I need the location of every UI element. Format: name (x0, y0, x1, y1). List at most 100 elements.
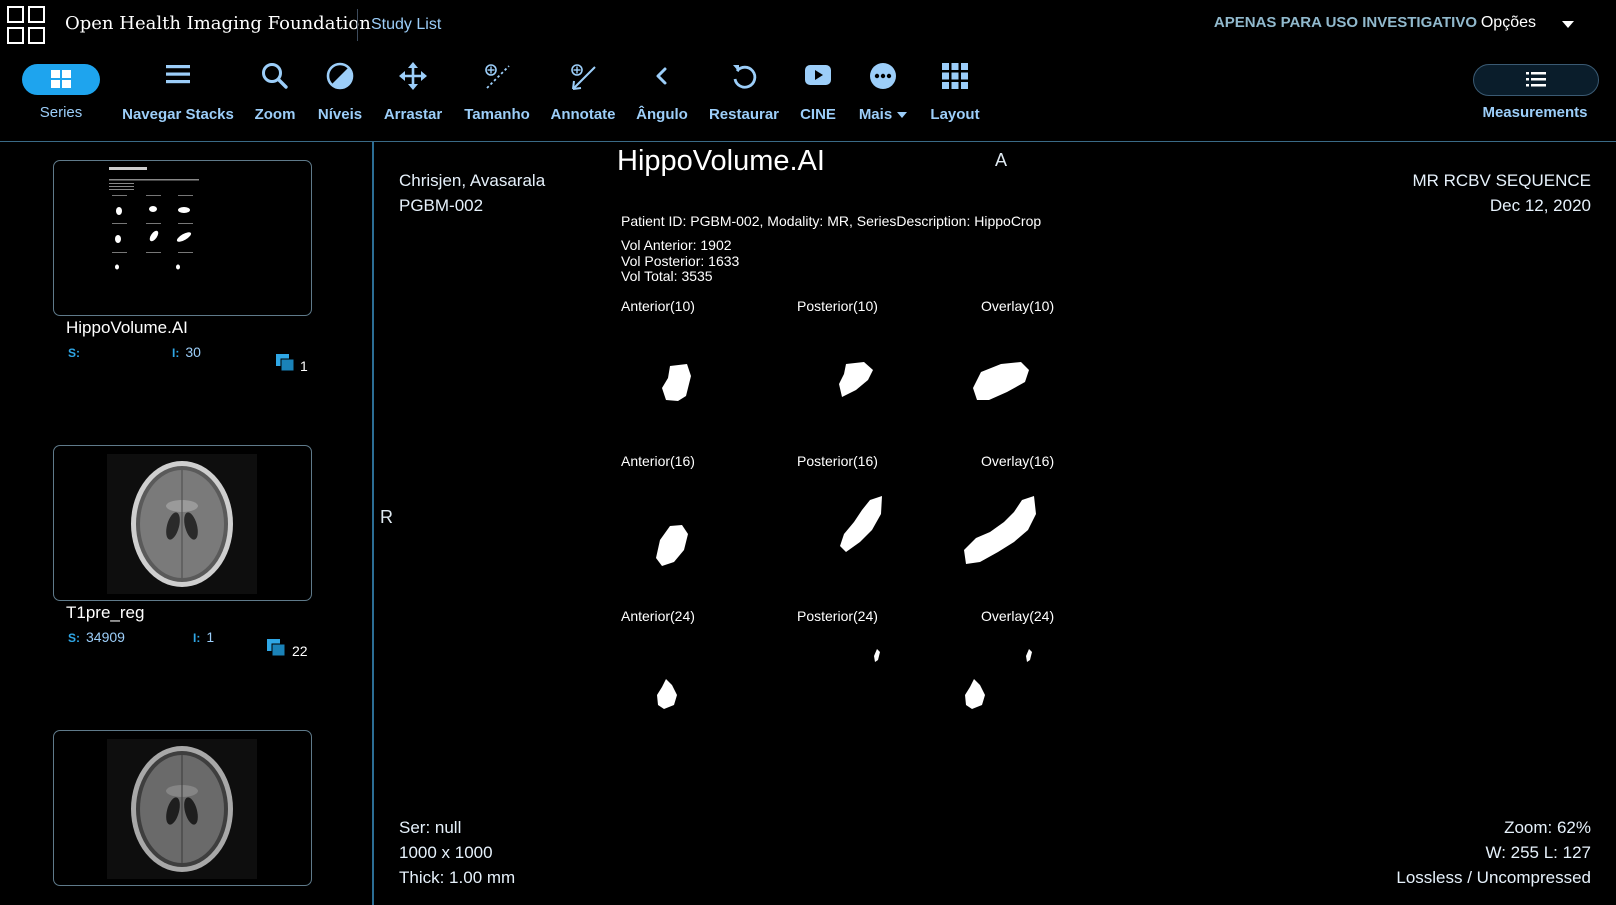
segmentation-mask (840, 496, 882, 552)
series-thumbnail[interactable] (53, 160, 312, 316)
ohif-logo-icon[interactable] (7, 6, 45, 44)
niveis-tool[interactable]: Níveis (312, 58, 368, 128)
navegar-stacks-tool[interactable]: Navegar Stacks (118, 58, 238, 128)
tool-label: Layout (930, 106, 980, 123)
angulo-tool[interactable]: Ângulo (634, 58, 690, 128)
thumbnail-image (107, 454, 257, 594)
stack-icon (267, 639, 286, 657)
series-name: T1pre_reg (66, 603, 145, 622)
zoom-tool[interactable]: Zoom (245, 58, 305, 128)
series-label[interactable]: Series (22, 104, 100, 121)
window-level: W: 255 L: 127 (1485, 843, 1591, 862)
caret-down-icon (897, 112, 908, 119)
magnifier-icon (262, 63, 288, 89)
instance-count: I: 1 (193, 629, 214, 645)
report-title: HippoVolume.AI (617, 145, 825, 177)
segmentation-mask (874, 649, 880, 662)
overlay-top-left: Chrisjen, Avasarala PGBM-002 (399, 168, 545, 218)
series-toggle-button[interactable] (22, 64, 100, 95)
chevron-down-icon[interactable] (1562, 21, 1574, 28)
patient-name: Chrisjen, Avasarala (399, 171, 546, 190)
tool-label: Tamanho (464, 106, 530, 123)
s-value: 34909 (86, 629, 125, 645)
i-key: I: (193, 631, 201, 645)
layout-tool[interactable]: Layout (924, 58, 986, 128)
mais-tool[interactable]: Mais (852, 58, 914, 128)
zoom-level: Zoom: 62% (1504, 818, 1591, 837)
orientation-marker-top: A (995, 150, 1008, 170)
series-number: S: 34909 (68, 629, 125, 645)
s-key: S: (68, 631, 80, 645)
thumbnail-image (107, 739, 257, 879)
overlay-top-right: MR RCBV SEQUENCE Dec 12, 2020 (1412, 168, 1591, 218)
ruler-icon (485, 64, 510, 89)
series-number: S: (68, 344, 86, 360)
slice-label: Overlay(16) (981, 453, 1055, 469)
orientation-marker-left: R (380, 507, 393, 527)
annotate-arrow-icon (571, 64, 596, 90)
slice-label: Anterior(16) (621, 453, 695, 469)
overlay-bottom-left: Ser: null 1000 x 1000 Thick: 1.00 mm (399, 815, 515, 890)
series-thumbnail[interactable] (53, 445, 312, 601)
segmentation-mask (839, 362, 873, 397)
tool-label: Ângulo (636, 106, 688, 123)
move-arrows-icon (399, 62, 427, 90)
cine-tool[interactable]: CINE (794, 58, 842, 128)
slice-label: Posterior(16) (797, 453, 878, 469)
segmentation-mask (973, 362, 1029, 400)
tool-label: CINE (800, 106, 836, 123)
study-list-link[interactable]: Study List (371, 16, 441, 34)
vol-anterior: Vol Anterior: 1902 (621, 237, 732, 253)
series-thumbnail[interactable] (53, 730, 312, 886)
slice-label: Anterior(10) (621, 298, 695, 314)
tool-label: Annotate (550, 106, 616, 123)
patient-id: PGBM-002 (399, 196, 484, 215)
research-use-notice: APENAS PARA USO INVESTIGATIVO (1213, 14, 1477, 31)
stack-count: 22 (292, 643, 308, 659)
tool-label: Níveis (317, 106, 363, 123)
overlay-bottom-right: Zoom: 62% W: 255 L: 127 Lossless / Uncom… (1396, 815, 1591, 890)
series-sidebar: HippoVolume.AI S: I: 30 1 T1pre_reg S: 349… (0, 142, 374, 905)
grid-icon (51, 70, 71, 88)
tamanho-tool[interactable]: Tamanho (460, 58, 534, 128)
vol-total: Vol Total: 3535 (621, 268, 713, 284)
slice-thickness: Thick: 1.00 mm (399, 868, 516, 887)
bars-icon (166, 65, 190, 84)
arrastar-tool[interactable]: Arrastar (378, 58, 448, 128)
reset-icon (733, 65, 757, 89)
segmentation-mask (1026, 649, 1032, 662)
grid-layout-icon (942, 63, 968, 89)
annotate-tool[interactable]: Annotate (548, 58, 618, 128)
s-key: S: (68, 346, 80, 360)
slice-label: Posterior(10) (797, 298, 878, 314)
segmentation-mask (964, 496, 1036, 564)
tool-label: Navegar Stacks (122, 106, 234, 123)
series-description: MR RCBV SEQUENCE (1412, 171, 1591, 190)
stack-icon (276, 354, 295, 372)
top-header: Open Health Imaging Foundation Study Lis… (0, 0, 1616, 50)
slice-label: Posterior(24) (797, 608, 878, 624)
tool-label: Zoom (254, 106, 296, 123)
options-menu[interactable]: Opções (1481, 14, 1536, 32)
instance-count: I: 30 (172, 344, 201, 360)
report-info: Patient ID: PGBM-002, Modality: MR, Seri… (621, 213, 1042, 229)
compression-info: Lossless / Uncompressed (1396, 868, 1591, 887)
segmentation-mask (656, 525, 688, 566)
series-number-overlay: Ser: null (399, 818, 462, 837)
slice-label: Overlay(10) (981, 298, 1055, 314)
chevron-left-icon (656, 67, 667, 85)
vol-posterior: Vol Posterior: 1633 (621, 252, 740, 269)
study-date: Dec 12, 2020 (1489, 196, 1591, 215)
more-dots-icon (870, 63, 896, 89)
i-value: 1 (206, 629, 215, 645)
slice-label: Overlay(24) (981, 608, 1055, 624)
segmentation-mask (657, 679, 677, 709)
measurements-toggle-button[interactable] (1473, 64, 1599, 96)
i-value: 30 (185, 344, 201, 360)
tool-label: Arrastar (383, 106, 443, 123)
measurements-label[interactable]: Measurements (1460, 104, 1610, 121)
tool-label: Restaurar (708, 106, 780, 123)
series-name: HippoVolume.AI (66, 318, 188, 337)
toolbar: Series Navegar Stacks Zoom Níveis Arrast… (0, 50, 1616, 142)
restaurar-tool[interactable]: Restaurar (702, 58, 786, 128)
